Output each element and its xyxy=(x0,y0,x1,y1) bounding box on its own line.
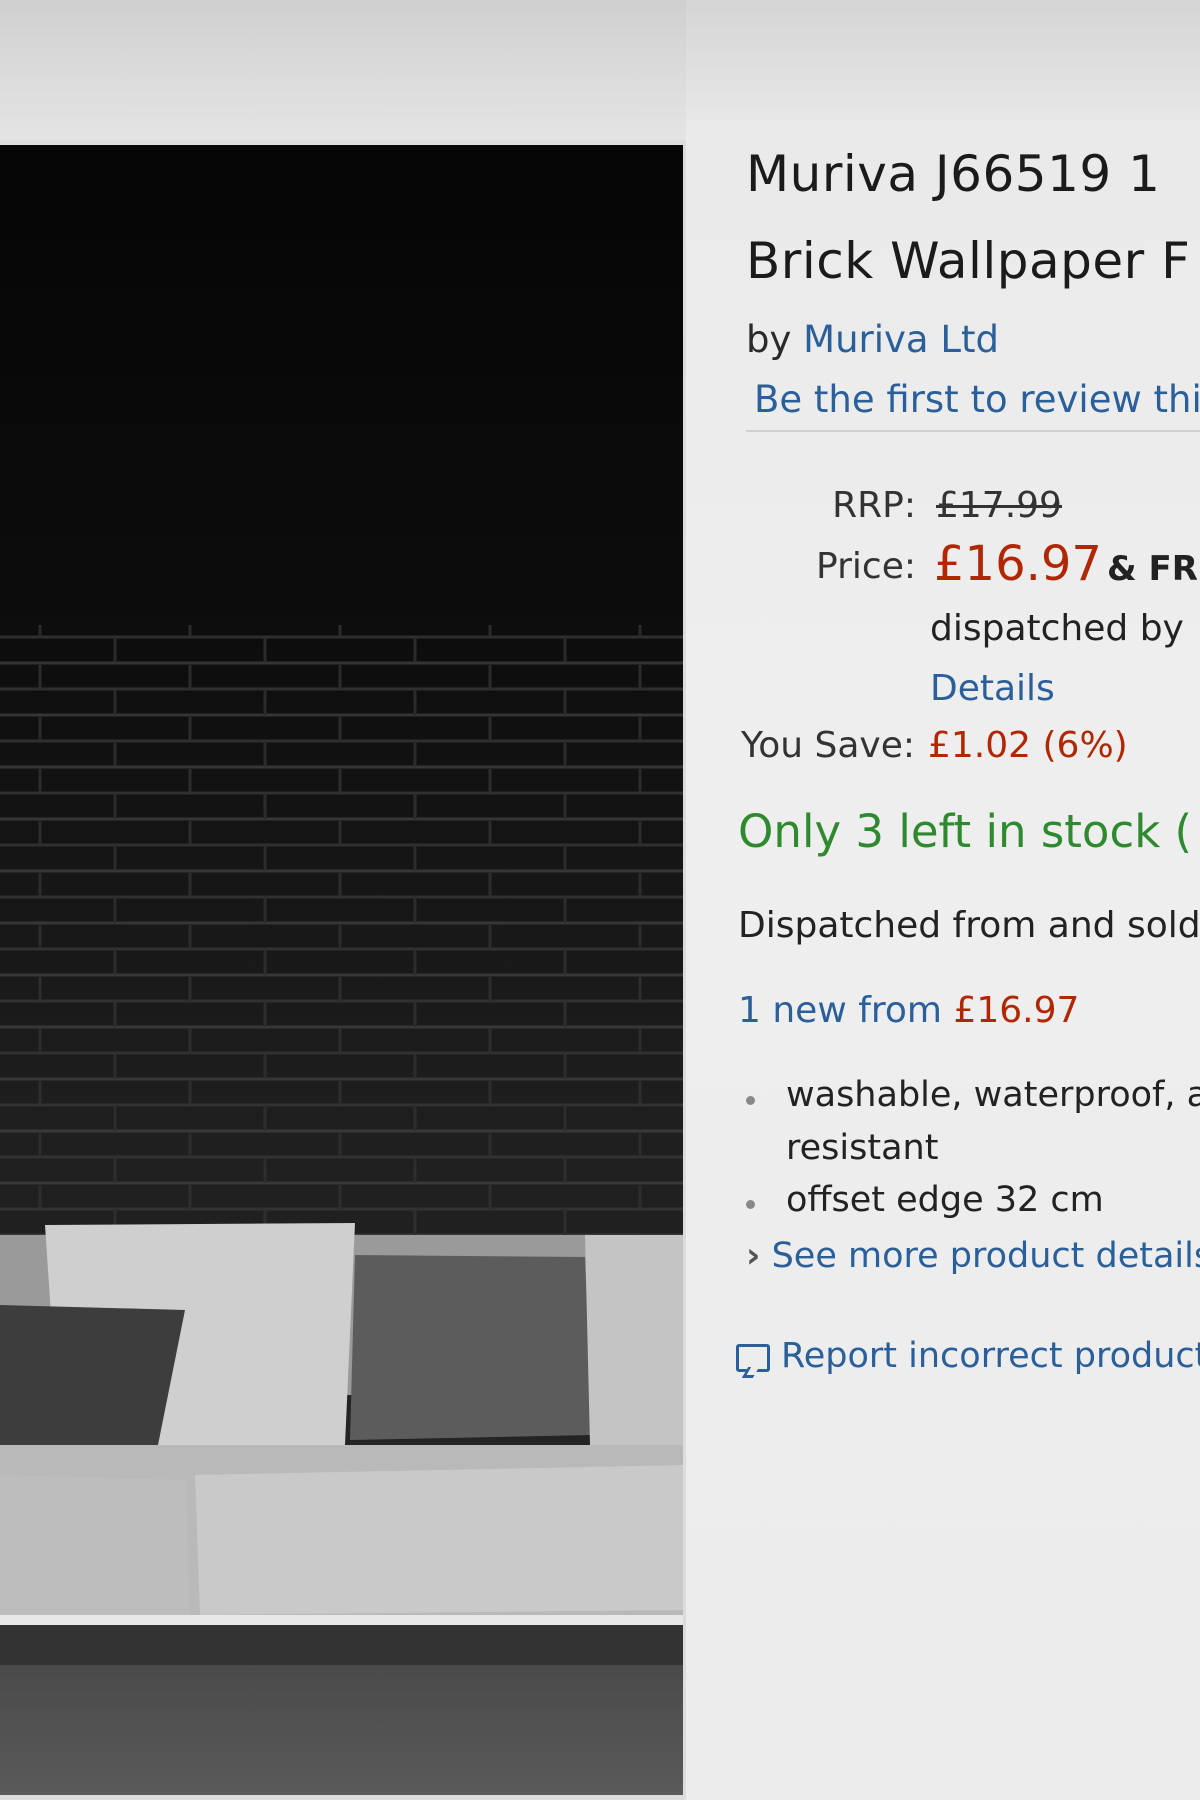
offers-prefix: 1 new from xyxy=(738,990,942,1031)
rrp-value: £17.99 xyxy=(936,485,1062,526)
price-label: Price: xyxy=(816,546,916,587)
byline-prefix: by xyxy=(746,318,792,361)
stock-status: Only 3 left in stock ( xyxy=(738,805,1193,858)
see-more-details-link[interactable]: › See more product details xyxy=(746,1236,1200,1276)
sold-by-text: Dispatched from and sold xyxy=(738,905,1200,946)
offers-price: £16.97 xyxy=(953,990,1080,1031)
details-link[interactable]: Details xyxy=(930,668,1055,709)
product-title-line1: Muriva J66519 1 xyxy=(746,145,1161,203)
price-value: £16.97 xyxy=(934,536,1102,592)
you-save-label: You Save: xyxy=(741,725,915,766)
dispatched-by-text: dispatched by xyxy=(930,608,1184,649)
speech-bubble-icon xyxy=(736,1344,770,1372)
review-link[interactable]: Be the first to review thi xyxy=(754,378,1200,421)
see-more-label: See more product details xyxy=(771,1236,1200,1276)
new-offers-link[interactable]: 1 new from £16.97 xyxy=(738,990,1079,1031)
feature-bullet-1-line1: washable, waterproof, a xyxy=(786,1075,1200,1115)
product-image[interactable] xyxy=(0,145,683,1795)
you-save-value: £1.02 (6%) xyxy=(928,725,1128,766)
rrp-label: RRP: xyxy=(832,485,916,526)
feature-bullet-1-line2: resistant xyxy=(786,1128,939,1168)
divider xyxy=(746,430,1200,432)
brick-wall-sofa-photo xyxy=(0,145,683,1795)
report-incorrect-info-link[interactable]: Report incorrect product xyxy=(781,1336,1200,1376)
feature-bullet-2: offset edge 32 cm xyxy=(786,1180,1104,1220)
brand-link[interactable]: Muriva Ltd xyxy=(803,318,999,361)
product-info-panel: Muriva J66519 1 Brick Wallpaper F by Mur… xyxy=(686,0,1200,1800)
free-delivery-text: & FR xyxy=(1107,549,1198,589)
panel-top-shade xyxy=(686,0,1200,120)
product-title-line2: Brick Wallpaper F xyxy=(746,232,1191,290)
bullet-dot xyxy=(746,1200,755,1209)
price-row: £16.97 & FR xyxy=(934,536,1198,592)
bullet-dot xyxy=(746,1096,755,1105)
byline: by Muriva Ltd xyxy=(746,318,999,361)
chevron-right-icon: › xyxy=(746,1236,761,1276)
